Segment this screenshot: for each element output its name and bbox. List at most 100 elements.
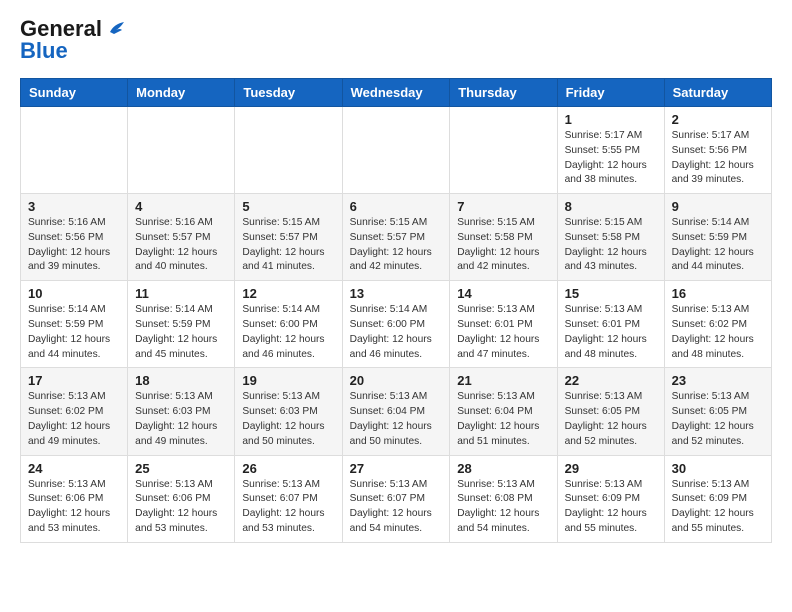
calendar-cell: [235, 107, 342, 194]
day-info: Sunrise: 5:17 AM Sunset: 5:55 PM Dayligh…: [565, 129, 657, 188]
calendar-cell: [21, 107, 128, 194]
day-number: 8: [565, 199, 657, 214]
logo-bird-icon: [106, 18, 128, 40]
day-number: 23: [672, 373, 764, 388]
day-info: Sunrise: 5:17 AM Sunset: 5:56 PM Dayligh…: [672, 129, 764, 188]
calendar-cell: 27 Sunrise: 5:13 AM Sunset: 6:07 PM Dayli…: [342, 455, 450, 542]
day-number: 7: [457, 199, 549, 214]
day-info: Sunrise: 5:15 AM Sunset: 5:58 PM Dayligh…: [565, 216, 657, 275]
calendar-cell: 3 Sunrise: 5:16 AM Sunset: 5:56 PM Daylig…: [21, 194, 128, 281]
weekday-header-saturday: Saturday: [664, 79, 771, 107]
day-number: 25: [135, 461, 227, 476]
day-number: 9: [672, 199, 764, 214]
calendar-cell: 25 Sunrise: 5:13 AM Sunset: 6:06 PM Dayli…: [128, 455, 235, 542]
day-number: 26: [242, 461, 334, 476]
calendar-cell: 14 Sunrise: 5:13 AM Sunset: 6:01 PM Dayli…: [450, 281, 557, 368]
calendar-cell: 19 Sunrise: 5:13 AM Sunset: 6:03 PM Dayli…: [235, 368, 342, 455]
calendar-cell: 22 Sunrise: 5:13 AM Sunset: 6:05 PM Dayli…: [557, 368, 664, 455]
day-info: Sunrise: 5:13 AM Sunset: 6:09 PM Dayligh…: [672, 478, 764, 537]
day-number: 3: [28, 199, 120, 214]
day-info: Sunrise: 5:13 AM Sunset: 6:07 PM Dayligh…: [242, 478, 334, 537]
page-header: General Blue: [20, 16, 772, 64]
weekday-header-sunday: Sunday: [21, 79, 128, 107]
calendar-week-3: 10Sunrise: 5:14 AM Sunset: 5:59 PM Dayli…: [21, 281, 772, 368]
day-info: Sunrise: 5:16 AM Sunset: 5:56 PM Dayligh…: [28, 216, 120, 275]
calendar-cell: 1 Sunrise: 5:17 AM Sunset: 5:55 PM Daylig…: [557, 107, 664, 194]
day-number: 19: [242, 373, 334, 388]
logo: General Blue: [20, 16, 128, 64]
calendar-cell: 23Sunrise: 5:13 AM Sunset: 6:05 PM Dayli…: [664, 368, 771, 455]
calendar-week-5: 24Sunrise: 5:13 AM Sunset: 6:06 PM Dayli…: [21, 455, 772, 542]
day-number: 20: [350, 373, 443, 388]
calendar-cell: 8 Sunrise: 5:15 AM Sunset: 5:58 PM Daylig…: [557, 194, 664, 281]
calendar-cell: [450, 107, 557, 194]
weekday-header-friday: Friday: [557, 79, 664, 107]
day-number: 27: [350, 461, 443, 476]
calendar-cell: 15Sunrise: 5:13 AM Sunset: 6:01 PM Dayli…: [557, 281, 664, 368]
calendar-cell: 24Sunrise: 5:13 AM Sunset: 6:06 PM Dayli…: [21, 455, 128, 542]
calendar-cell: 13 Sunrise: 5:14 AM Sunset: 6:00 PM Dayli…: [342, 281, 450, 368]
day-number: 2: [672, 112, 764, 127]
day-info: Sunrise: 5:13 AM Sunset: 6:04 PM Dayligh…: [350, 390, 443, 449]
day-number: 16: [672, 286, 764, 301]
day-number: 4: [135, 199, 227, 214]
calendar-cell: 20 Sunrise: 5:13 AM Sunset: 6:04 PM Dayli…: [342, 368, 450, 455]
calendar-cell: 5 Sunrise: 5:15 AM Sunset: 5:57 PM Daylig…: [235, 194, 342, 281]
weekday-header-monday: Monday: [128, 79, 235, 107]
calendar-cell: 11Sunrise: 5:14 AM Sunset: 5:59 PM Dayli…: [128, 281, 235, 368]
day-number: 13: [350, 286, 443, 301]
day-info: Sunrise: 5:13 AM Sunset: 6:03 PM Dayligh…: [242, 390, 334, 449]
calendar-cell: 17Sunrise: 5:13 AM Sunset: 6:02 PM Dayli…: [21, 368, 128, 455]
calendar-cell: 26 Sunrise: 5:13 AM Sunset: 6:07 PM Dayli…: [235, 455, 342, 542]
day-info: Sunrise: 5:14 AM Sunset: 5:59 PM Dayligh…: [672, 216, 764, 275]
day-info: Sunrise: 5:13 AM Sunset: 6:03 PM Dayligh…: [135, 390, 227, 449]
calendar-cell: 30 Sunrise: 5:13 AM Sunset: 6:09 PM Dayli…: [664, 455, 771, 542]
calendar-table: SundayMondayTuesdayWednesdayThursdayFrid…: [20, 78, 772, 543]
day-number: 1: [565, 112, 657, 127]
day-number: 11: [135, 286, 227, 301]
day-info: Sunrise: 5:13 AM Sunset: 6:04 PM Dayligh…: [457, 390, 549, 449]
calendar-week-4: 17Sunrise: 5:13 AM Sunset: 6:02 PM Dayli…: [21, 368, 772, 455]
logo-blue: Blue: [20, 38, 68, 64]
day-info: Sunrise: 5:15 AM Sunset: 5:57 PM Dayligh…: [242, 216, 334, 275]
calendar-week-2: 3 Sunrise: 5:16 AM Sunset: 5:56 PM Daylig…: [21, 194, 772, 281]
calendar-cell: 9 Sunrise: 5:14 AM Sunset: 5:59 PM Daylig…: [664, 194, 771, 281]
calendar-cell: 6Sunrise: 5:15 AM Sunset: 5:57 PM Daylig…: [342, 194, 450, 281]
weekday-header-tuesday: Tuesday: [235, 79, 342, 107]
day-number: 28: [457, 461, 549, 476]
weekday-header-thursday: Thursday: [450, 79, 557, 107]
day-number: 29: [565, 461, 657, 476]
day-info: Sunrise: 5:13 AM Sunset: 6:02 PM Dayligh…: [672, 303, 764, 362]
day-info: Sunrise: 5:16 AM Sunset: 5:57 PM Dayligh…: [135, 216, 227, 275]
day-info: Sunrise: 5:14 AM Sunset: 5:59 PM Dayligh…: [28, 303, 120, 362]
calendar-cell: 4 Sunrise: 5:16 AM Sunset: 5:57 PM Daylig…: [128, 194, 235, 281]
day-number: 14: [457, 286, 549, 301]
day-info: Sunrise: 5:13 AM Sunset: 6:06 PM Dayligh…: [28, 478, 120, 537]
weekday-header-row: SundayMondayTuesdayWednesdayThursdayFrid…: [21, 79, 772, 107]
calendar-cell: 16 Sunrise: 5:13 AM Sunset: 6:02 PM Dayli…: [664, 281, 771, 368]
calendar-cell: [342, 107, 450, 194]
day-number: 30: [672, 461, 764, 476]
day-number: 22: [565, 373, 657, 388]
calendar-page: General Blue SundayMondayTuesdayWednesda…: [0, 0, 792, 563]
day-info: Sunrise: 5:13 AM Sunset: 6:09 PM Dayligh…: [565, 478, 657, 537]
day-info: Sunrise: 5:13 AM Sunset: 6:05 PM Dayligh…: [565, 390, 657, 449]
calendar-cell: [128, 107, 235, 194]
calendar-cell: 28Sunrise: 5:13 AM Sunset: 6:08 PM Dayli…: [450, 455, 557, 542]
day-number: 5: [242, 199, 334, 214]
day-number: 18: [135, 373, 227, 388]
day-info: Sunrise: 5:13 AM Sunset: 6:07 PM Dayligh…: [350, 478, 443, 537]
day-number: 21: [457, 373, 549, 388]
day-info: Sunrise: 5:13 AM Sunset: 6:01 PM Dayligh…: [457, 303, 549, 362]
calendar-cell: 7 Sunrise: 5:15 AM Sunset: 5:58 PM Daylig…: [450, 194, 557, 281]
calendar-cell: 29 Sunrise: 5:13 AM Sunset: 6:09 PM Dayli…: [557, 455, 664, 542]
day-info: Sunrise: 5:15 AM Sunset: 5:57 PM Dayligh…: [350, 216, 443, 275]
day-info: Sunrise: 5:13 AM Sunset: 6:01 PM Dayligh…: [565, 303, 657, 362]
calendar-cell: 10Sunrise: 5:14 AM Sunset: 5:59 PM Dayli…: [21, 281, 128, 368]
day-info: Sunrise: 5:15 AM Sunset: 5:58 PM Dayligh…: [457, 216, 549, 275]
calendar-cell: 21 Sunrise: 5:13 AM Sunset: 6:04 PM Dayli…: [450, 368, 557, 455]
calendar-week-1: 1 Sunrise: 5:17 AM Sunset: 5:55 PM Daylig…: [21, 107, 772, 194]
calendar-cell: 2 Sunrise: 5:17 AM Sunset: 5:56 PM Daylig…: [664, 107, 771, 194]
day-info: Sunrise: 5:13 AM Sunset: 6:06 PM Dayligh…: [135, 478, 227, 537]
day-info: Sunrise: 5:14 AM Sunset: 6:00 PM Dayligh…: [350, 303, 443, 362]
